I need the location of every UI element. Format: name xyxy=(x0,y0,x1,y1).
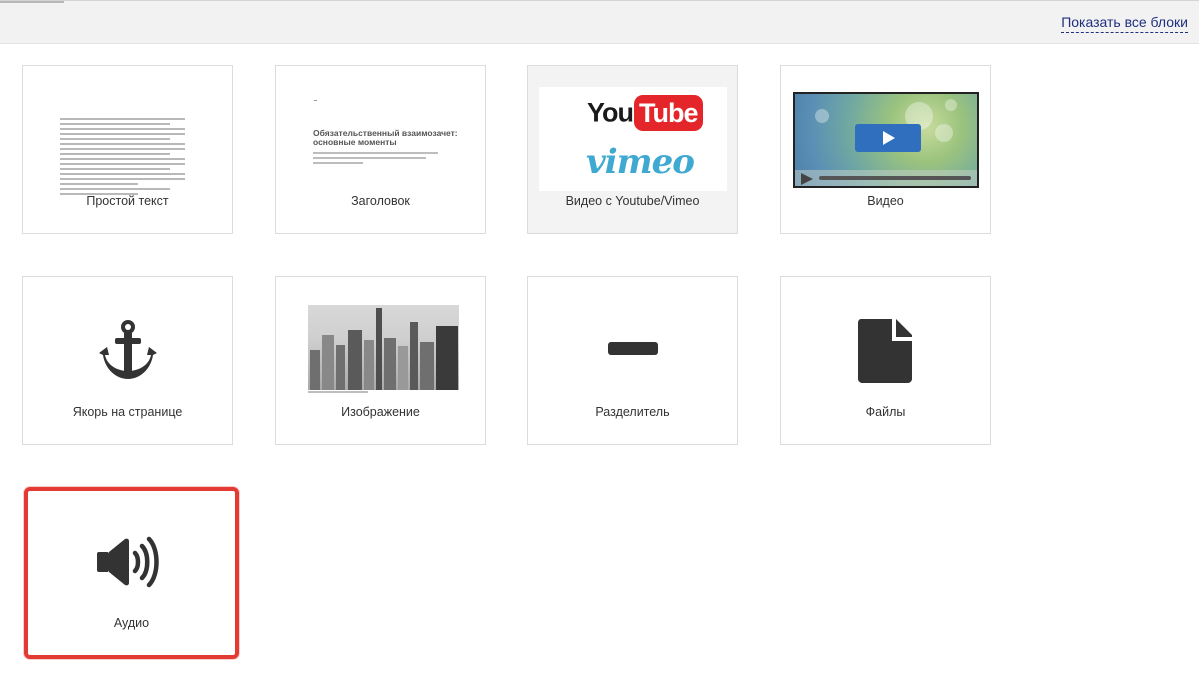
block-simple-text[interactable]: Простой текст xyxy=(22,65,233,234)
block-label: Аудио xyxy=(113,616,150,630)
block-anchor[interactable]: Якорь на странице xyxy=(22,276,233,445)
block-label: Заголовок xyxy=(351,194,410,208)
anchor-icon xyxy=(99,320,157,379)
play-icon xyxy=(855,124,921,152)
speaker-icon xyxy=(97,536,159,588)
youtube-vimeo-logo: You Tube vimeo xyxy=(539,87,727,191)
block-picker: Показать все блоки Простой текст Обязате… xyxy=(0,0,1199,676)
block-label: Разделитель xyxy=(595,405,670,419)
video-controls xyxy=(795,170,977,186)
block-heading[interactable]: Обязательственный взаимозачет: основные … xyxy=(275,65,486,234)
block-image[interactable]: Изображение xyxy=(275,276,486,445)
block-label: Якорь на странице xyxy=(72,405,183,419)
block-label: Изображение xyxy=(341,405,420,419)
image-preview xyxy=(308,305,459,390)
block-files[interactable]: Файлы xyxy=(780,276,991,445)
heading-preview-subtext xyxy=(313,152,438,167)
show-all-blocks-link[interactable]: Показать все блоки xyxy=(1061,14,1188,33)
youtube-logo: You Tube xyxy=(587,95,703,131)
divider-icon xyxy=(608,342,658,355)
top-toolbar: Показать все блоки xyxy=(0,0,1199,44)
vimeo-logo: vimeo xyxy=(586,142,695,182)
block-label: Видео с Youtube/Vimeo xyxy=(565,194,700,208)
toolbar-divider xyxy=(0,1,64,3)
heading-preview-icon: Обязательственный взаимозачет: основные … xyxy=(313,128,458,147)
block-video[interactable]: Видео xyxy=(780,65,991,234)
text-preview-icon xyxy=(60,118,185,198)
block-label: Файлы xyxy=(865,405,906,419)
block-divider[interactable]: Разделитель xyxy=(527,276,738,445)
block-label: Видео xyxy=(867,194,904,208)
block-label: Простой текст xyxy=(86,194,169,208)
video-player-preview xyxy=(793,92,979,188)
block-youtube-vimeo[interactable]: You Tube vimeo Видео с Youtube/Vimeo xyxy=(527,65,738,234)
block-audio[interactable]: Аудио xyxy=(24,487,239,659)
file-icon xyxy=(858,319,912,383)
